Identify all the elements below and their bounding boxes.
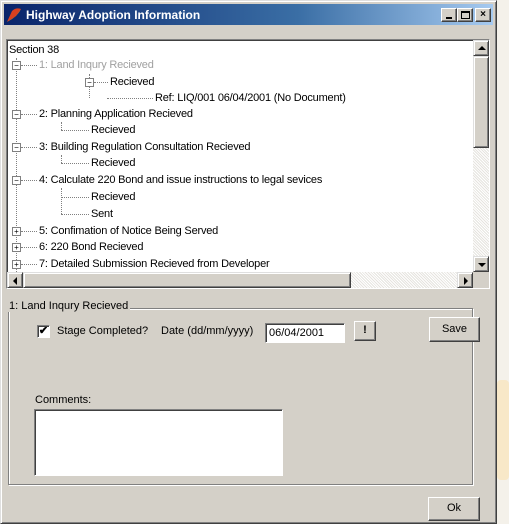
arrow-up-icon <box>478 46 486 50</box>
close-button[interactable]: × <box>475 7 491 22</box>
tree-connector <box>21 180 37 181</box>
minimize-icon <box>446 16 452 19</box>
stage-group-label: 1: Land Inqury Recieved <box>7 300 131 312</box>
tree-connector <box>61 155 62 163</box>
date-picker-button[interactable]: ! <box>354 321 376 341</box>
tree-collapse-toggle[interactable]: − <box>12 143 21 152</box>
tree-expand-toggle[interactable]: + <box>12 227 21 236</box>
tree-connector <box>21 65 37 66</box>
date-field[interactable]: 06/04/2001 <box>265 323 345 343</box>
tree-connector <box>61 214 89 215</box>
tree-item-received[interactable]: Recieved <box>91 122 135 138</box>
maximize-icon <box>461 10 470 19</box>
date-label: Date (dd/mm/yyyy) <box>161 325 254 337</box>
tree-connector <box>94 82 108 83</box>
tree-item-stage-2[interactable]: 2: Planning Application Recieved <box>39 106 193 122</box>
horizontal-scroll-thumb[interactable] <box>23 272 351 288</box>
tree-item-stage-1[interactable]: 1: Land Inqury Recieved <box>39 57 154 73</box>
tree-connector <box>16 58 17 272</box>
tree-connector <box>21 231 37 232</box>
tree-connector <box>107 98 153 99</box>
tree-collapse-toggle[interactable]: − <box>12 110 21 119</box>
tree-collapse-toggle[interactable]: − <box>12 176 21 185</box>
tree-expand-toggle[interactable]: + <box>12 260 21 269</box>
arrow-right-icon <box>464 277 468 285</box>
tree-connector <box>21 147 37 148</box>
comments-label: Comments: <box>35 394 92 406</box>
maximize-button[interactable] <box>457 7 473 22</box>
scroll-up-button[interactable] <box>473 40 489 56</box>
minimize-button[interactable] <box>441 7 457 22</box>
tree-item-stage-5[interactable]: 5: Confimation of Notice Being Served <box>39 223 218 239</box>
title-bar[interactable]: Highway Adoption Information × <box>4 4 493 25</box>
tree-connector <box>61 197 89 198</box>
tree-connector <box>21 264 37 265</box>
ok-button[interactable]: Ok <box>428 497 480 521</box>
tree-connector <box>21 247 37 248</box>
close-icon: × <box>480 8 486 20</box>
tree-root-section-38[interactable]: Section 38 <box>9 42 59 58</box>
tree-item-received[interactable]: Recieved <box>91 155 135 171</box>
dialog-window: Highway Adoption Information × − − − − −… <box>0 0 497 524</box>
vertical-scroll-thumb[interactable] <box>473 56 489 148</box>
tree-item-stage-7[interactable]: 7: Detailed Submission Recieved from Dev… <box>39 256 270 272</box>
tree-item-stage-6[interactable]: 6: 220 Bond Recieved <box>39 239 143 255</box>
tree-collapse-toggle[interactable]: − <box>12 61 21 70</box>
tree-content: − − − − − + + + Section 38 1: Land Inqur… <box>7 40 473 272</box>
scroll-down-button[interactable] <box>473 256 489 272</box>
tree-item-sent[interactable]: Sent <box>91 206 113 222</box>
tree-collapse-toggle[interactable]: − <box>85 78 94 87</box>
horizontal-scrollbar[interactable] <box>7 272 473 288</box>
tree-connector <box>21 114 37 115</box>
comments-textarea[interactable] <box>34 409 283 476</box>
tree-item-stage-3[interactable]: 3: Building Regulation Consultation Reci… <box>39 139 251 155</box>
scrollbar-corner <box>473 272 489 288</box>
checkmark-icon: ✔ <box>38 325 49 337</box>
tree-connector <box>61 122 62 130</box>
save-button[interactable]: Save <box>429 317 480 342</box>
app-icon <box>7 7 21 22</box>
tree-connector <box>61 188 62 214</box>
tree-connector <box>61 130 89 131</box>
arrow-down-icon <box>478 263 486 267</box>
stage-completed-checkbox[interactable]: ✔ <box>37 325 50 338</box>
tree-item-received[interactable]: Recieved <box>91 189 135 205</box>
stage-completed-label: Stage Completed? <box>57 325 149 337</box>
tree-item-stage-4[interactable]: 4: Calculate 220 Bond and issue instruct… <box>39 172 322 188</box>
tree-item-received[interactable]: Recieved <box>110 74 154 90</box>
vertical-scrollbar[interactable] <box>473 40 489 272</box>
arrow-left-icon <box>13 277 17 285</box>
window-title: Highway Adoption Information <box>26 7 201 22</box>
scroll-right-button[interactable] <box>457 272 473 288</box>
tree-connector <box>61 163 89 164</box>
tree-item-reference[interactable]: Ref: LIQ/001 06/04/2001 (No Document) <box>155 90 346 106</box>
scroll-left-button[interactable] <box>7 272 23 288</box>
stage-tree-view[interactable]: − − − − − + + + Section 38 1: Land Inqur… <box>6 39 490 289</box>
tree-expand-toggle[interactable]: + <box>12 243 21 252</box>
background-decoration <box>497 380 509 480</box>
